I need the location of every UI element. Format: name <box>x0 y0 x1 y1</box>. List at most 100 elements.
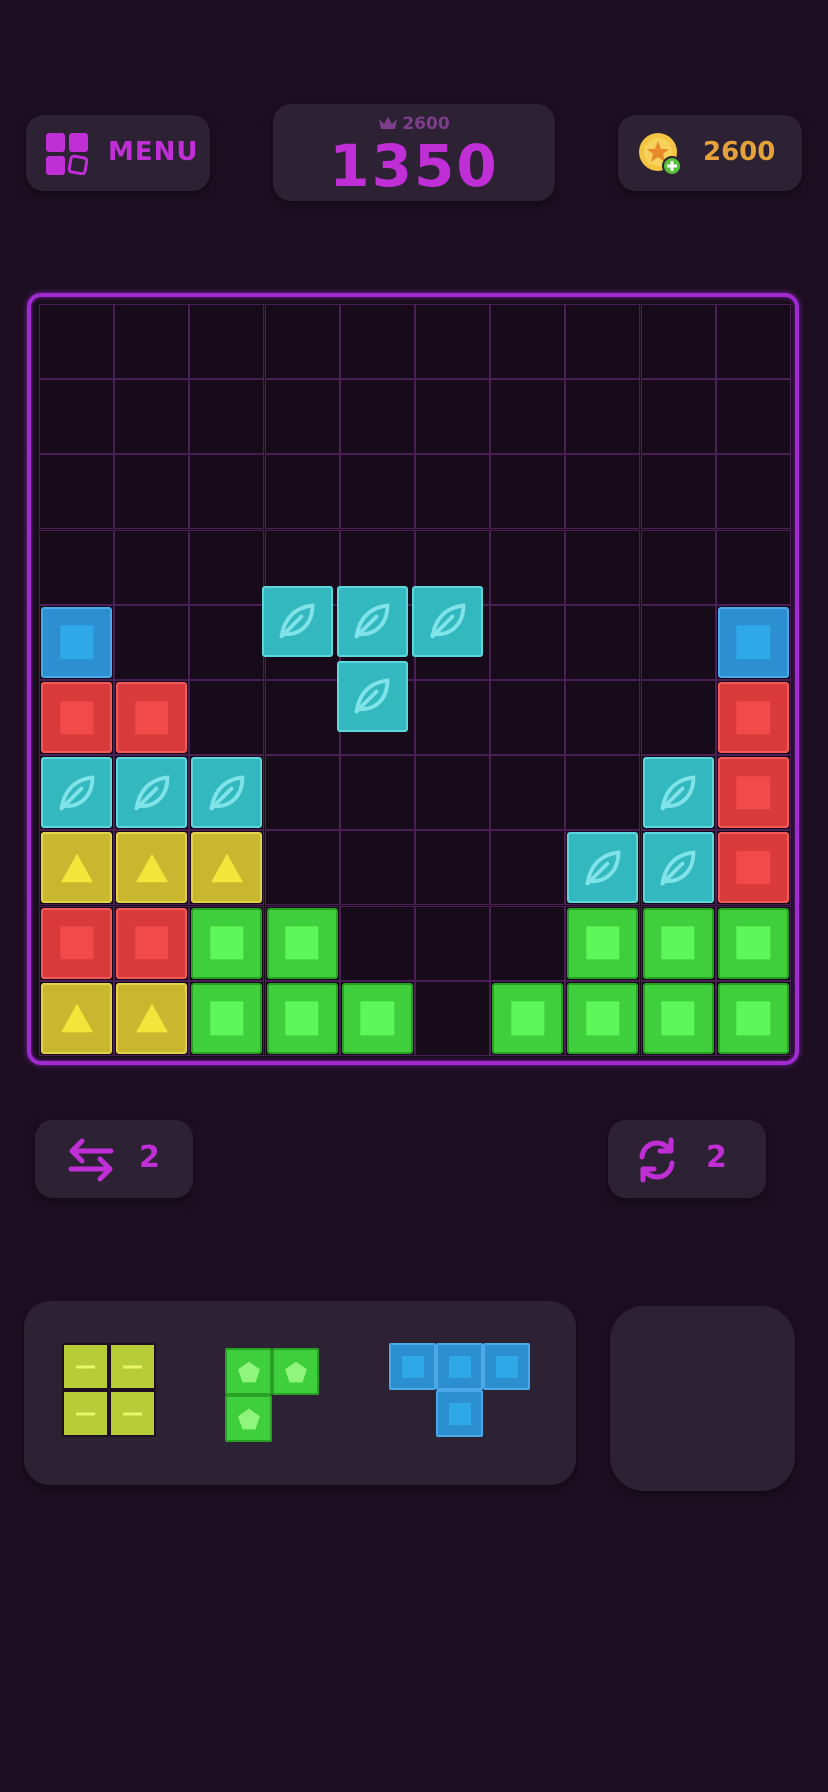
hold-slot[interactable] <box>610 1306 795 1491</box>
board-cell[interactable] <box>415 680 490 755</box>
square-icon <box>736 700 770 735</box>
board-cell[interactable] <box>415 980 490 1056</box>
board-cell[interactable] <box>339 379 415 455</box>
board-cell[interactable] <box>565 529 641 605</box>
board-cell[interactable] <box>565 304 641 379</box>
red-square-block <box>717 682 789 753</box>
board-cell[interactable] <box>264 454 340 530</box>
board-cell[interactable] <box>339 830 415 906</box>
board-cell[interactable] <box>189 680 265 755</box>
square-icon <box>736 1001 770 1035</box>
tray-piece-block <box>272 1348 319 1395</box>
board-cell[interactable] <box>715 304 791 379</box>
teal-leaf-block <box>642 832 714 904</box>
coins-value: 2600 <box>703 137 776 167</box>
triangle-icon <box>135 853 168 883</box>
board-cell[interactable] <box>415 830 490 906</box>
board-cell[interactable] <box>189 379 265 455</box>
board-cell[interactable] <box>640 529 716 605</box>
board-cell[interactable] <box>565 755 641 831</box>
square-icon <box>736 851 770 885</box>
board-cell[interactable] <box>640 379 716 455</box>
board-cell[interactable] <box>114 304 190 379</box>
board-cell[interactable] <box>39 379 114 455</box>
rotate-count: 2 <box>706 1140 727 1175</box>
coins-panel[interactable]: 2600 <box>618 115 802 191</box>
board-cell[interactable] <box>415 454 490 530</box>
board-cell[interactable] <box>415 905 490 981</box>
leaf-icon <box>660 850 696 886</box>
board-cell[interactable] <box>640 304 716 379</box>
board-cell[interactable] <box>114 454 190 530</box>
board-cell[interactable] <box>640 454 716 530</box>
board-cell[interactable] <box>39 529 114 605</box>
leaf-icon <box>585 850 621 886</box>
board-cell[interactable] <box>715 379 791 455</box>
board-cell[interactable] <box>264 304 340 379</box>
floating-piece-block <box>336 585 408 657</box>
board-cell[interactable] <box>114 379 190 455</box>
blue-square-block <box>717 606 789 678</box>
board-cell[interactable] <box>640 604 716 680</box>
square-icon <box>210 1001 244 1035</box>
board-cell[interactable] <box>339 755 415 831</box>
board-cell[interactable] <box>415 755 490 831</box>
board-cell[interactable] <box>415 304 490 379</box>
board-cell[interactable] <box>264 830 340 906</box>
board-cell[interactable] <box>490 529 566 605</box>
board-cell[interactable] <box>114 604 190 680</box>
crown-icon <box>379 117 398 129</box>
swap-button[interactable]: 2 <box>35 1120 193 1198</box>
board-cell[interactable] <box>490 680 566 755</box>
board-cell[interactable] <box>189 529 265 605</box>
game-board[interactable] <box>39 304 791 1056</box>
board-cell[interactable] <box>39 304 114 379</box>
board-cell[interactable] <box>490 379 566 455</box>
board-cell[interactable] <box>114 529 190 605</box>
board-cell[interactable] <box>415 379 490 455</box>
square-icon <box>448 1402 471 1425</box>
board-cell[interactable] <box>490 604 566 680</box>
board-cell[interactable] <box>715 454 791 530</box>
board-cell[interactable] <box>490 905 566 981</box>
board-cell[interactable] <box>490 755 566 831</box>
red-square-block <box>717 757 789 829</box>
square-icon <box>401 1355 424 1378</box>
tray-piece-block <box>436 1343 483 1390</box>
board-cell[interactable] <box>715 529 791 605</box>
square-icon <box>495 1355 518 1378</box>
board-cell[interactable] <box>264 755 340 831</box>
triangle-icon <box>210 853 243 883</box>
rotate-button[interactable]: 2 <box>608 1120 766 1198</box>
floating-piece-block <box>336 660 408 732</box>
board-cell[interactable] <box>565 454 641 530</box>
board-cell[interactable] <box>565 379 641 455</box>
board-cell[interactable] <box>264 680 340 755</box>
green-square-block <box>341 982 413 1054</box>
board-cell[interactable] <box>339 304 415 379</box>
board-cell[interactable] <box>264 379 340 455</box>
board-cell[interactable] <box>189 304 265 379</box>
tray-piece-block <box>225 1348 272 1395</box>
red-square-block <box>116 907 188 979</box>
board-cell[interactable] <box>640 680 716 755</box>
yellow-triangle-block <box>41 832 112 904</box>
floating-piece-block <box>261 585 333 657</box>
board-cell[interactable] <box>490 304 566 379</box>
board-cell[interactable] <box>339 905 415 981</box>
board-cell[interactable] <box>490 454 566 530</box>
tray-piece-block <box>225 1395 272 1442</box>
board-cell[interactable] <box>490 830 566 906</box>
board-cell[interactable] <box>339 454 415 530</box>
board-cell[interactable] <box>39 454 114 530</box>
coin-add-icon[interactable] <box>638 132 682 176</box>
best-score-value: 2600 <box>402 114 450 134</box>
board-cell[interactable] <box>565 604 641 680</box>
leaf-icon <box>354 603 390 639</box>
board-cell[interactable] <box>189 454 265 530</box>
board-cell[interactable] <box>189 604 265 680</box>
swap-arrows-icon <box>68 1138 114 1182</box>
menu-button[interactable]: MENU <box>26 115 210 191</box>
board-cell[interactable] <box>565 680 641 755</box>
square-icon <box>210 926 244 960</box>
